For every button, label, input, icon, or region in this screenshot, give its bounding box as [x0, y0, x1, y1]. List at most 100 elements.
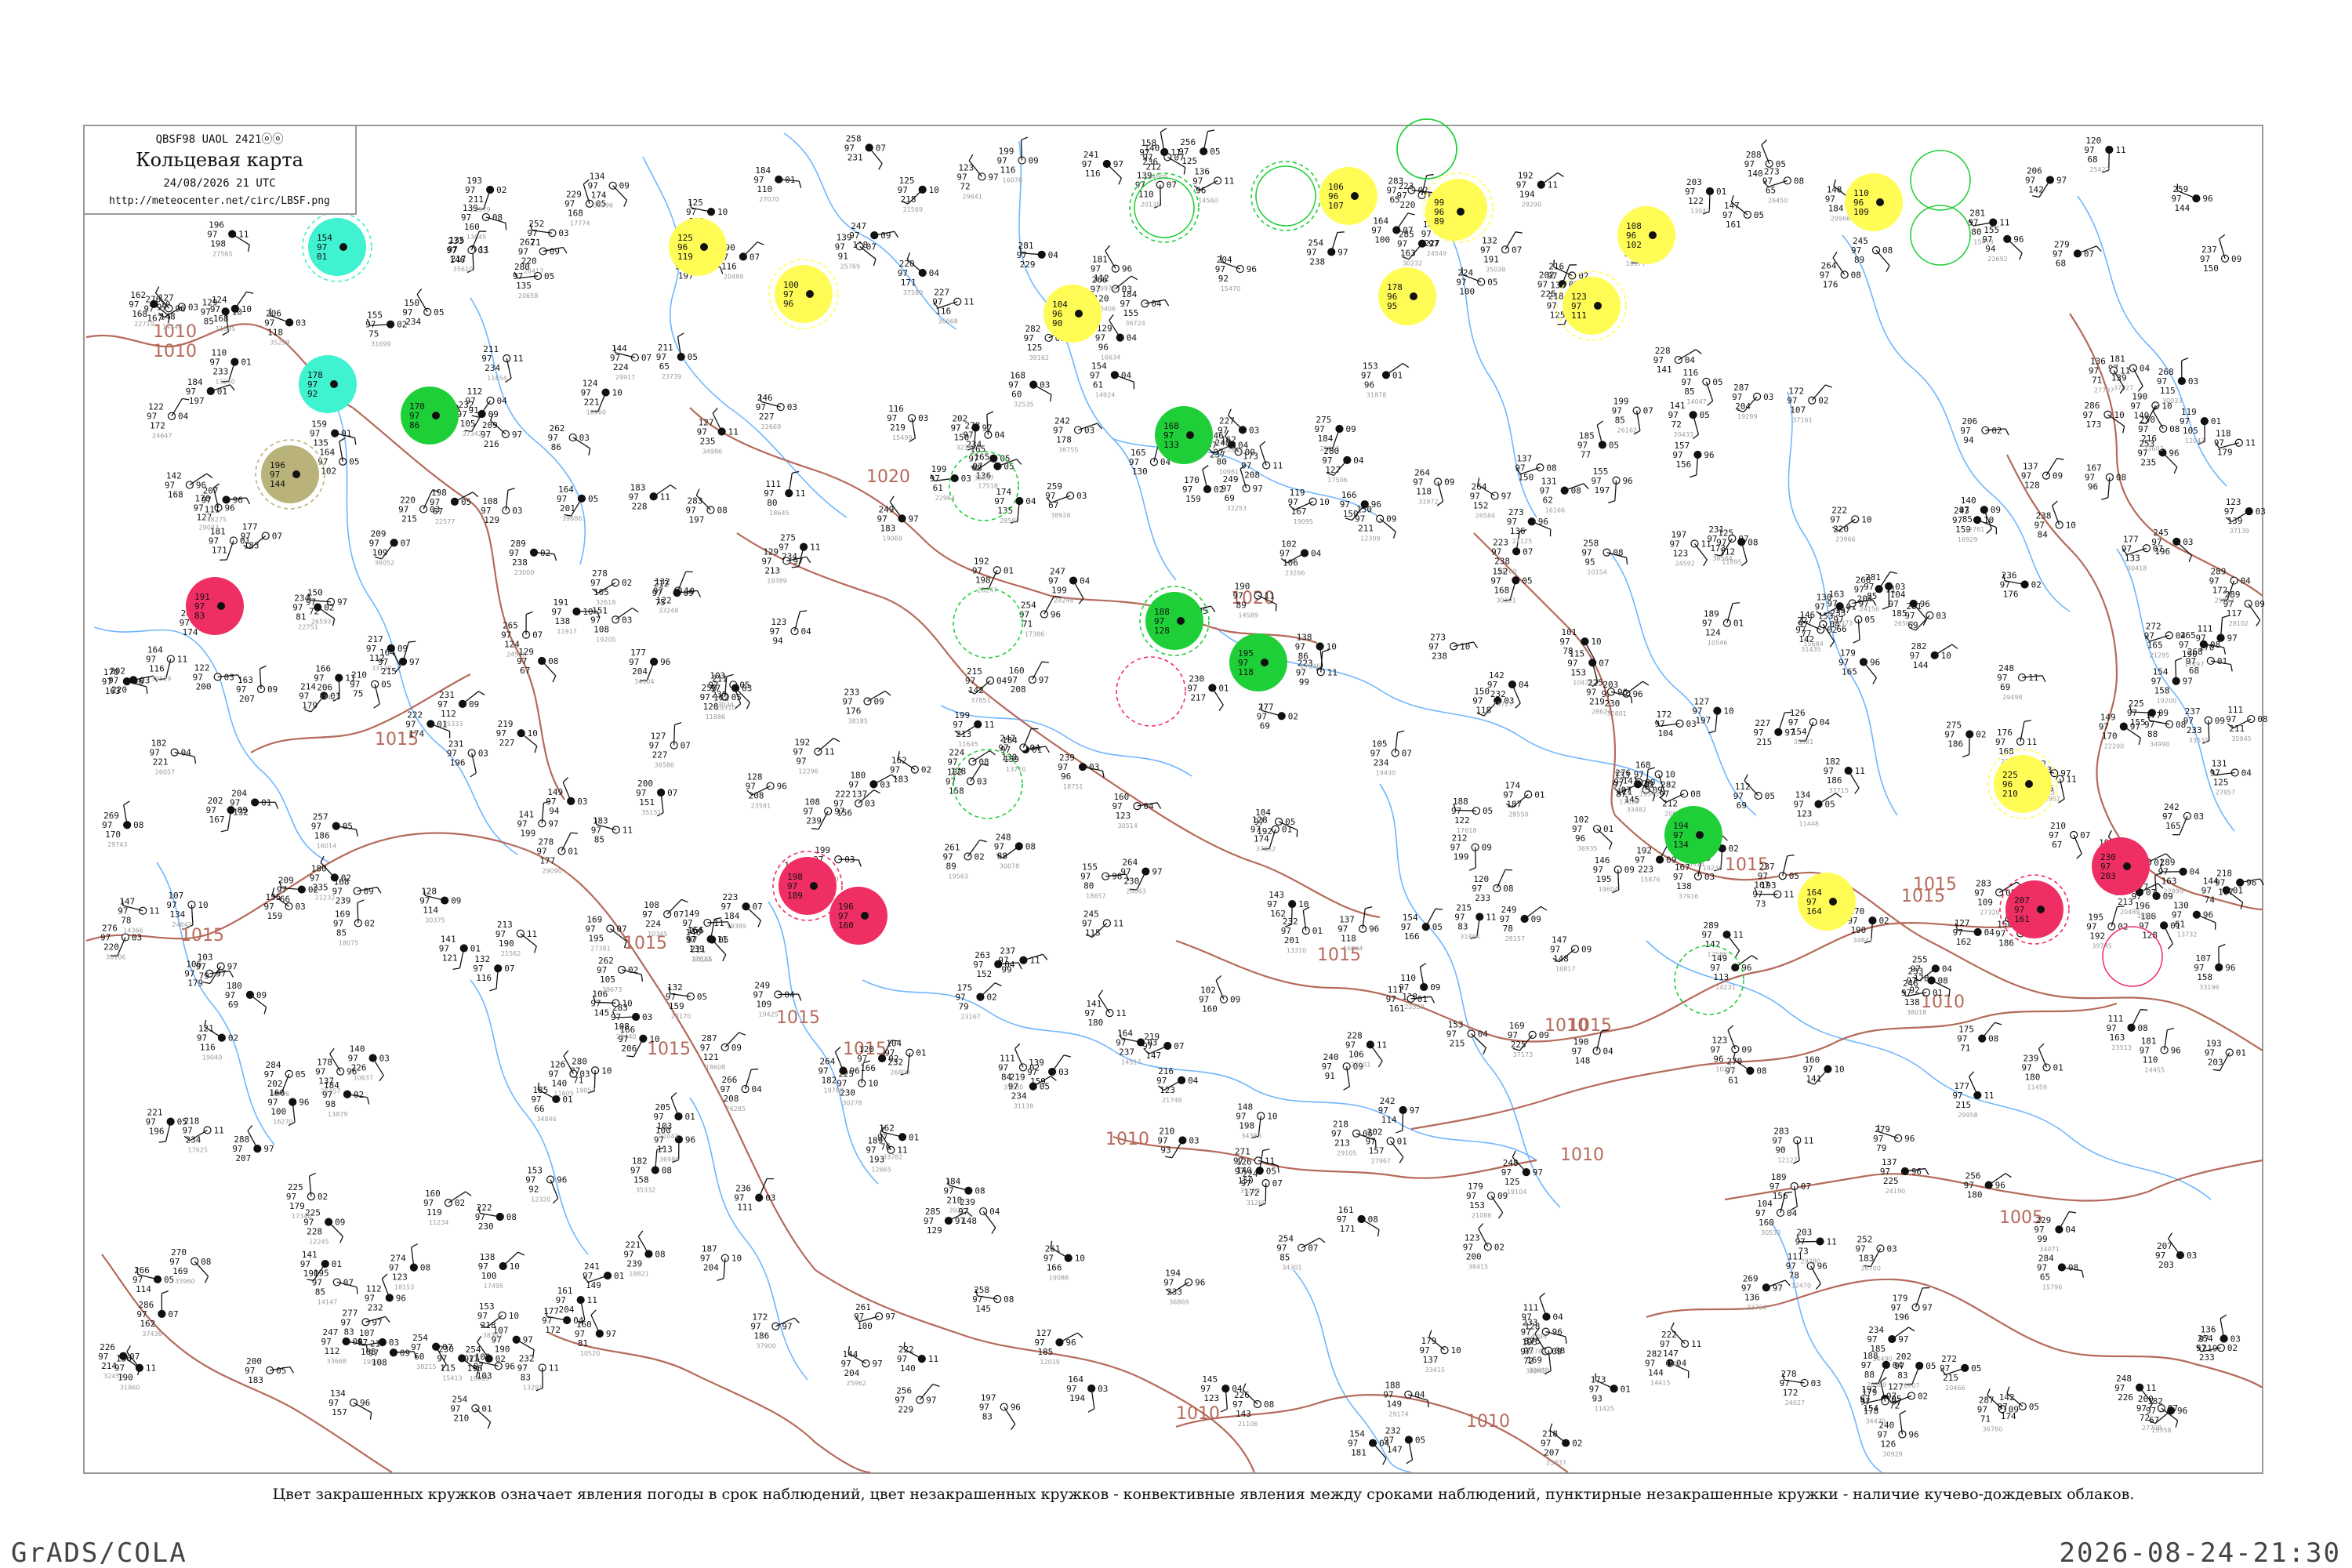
station-value: 97: [606, 1329, 616, 1339]
wind-barb-feather: [947, 1178, 949, 1185]
station-value: 105: [460, 419, 476, 429]
station-value: 96: [1196, 185, 1206, 195]
station-value: 208: [1011, 684, 1026, 695]
station-value: 150: [2203, 263, 2219, 274]
station-name: 27381: [590, 946, 610, 953]
station-value: 10: [198, 900, 208, 910]
station-value: 180: [2025, 1073, 2041, 1083]
station-value: 158: [633, 1174, 649, 1185]
station-name: 32535: [1014, 401, 1033, 408]
station-value: 230: [1123, 877, 1139, 887]
station-name: 19040: [202, 1054, 222, 1062]
station-value: 69: [2000, 682, 2010, 692]
station-value: 105: [593, 587, 609, 597]
station-name: 22577: [435, 518, 455, 525]
station-name: 12245: [309, 1239, 328, 1246]
station-value: 98: [325, 1099, 336, 1109]
station-value: 04: [1080, 576, 1091, 586]
station-value: 11: [468, 1353, 478, 1363]
station-name: 26450: [1768, 197, 1788, 204]
station-value: 07: [750, 252, 760, 262]
station-value: 02: [365, 918, 375, 928]
station-value: 79: [1876, 1143, 1886, 1153]
wind-barb: [1799, 1240, 1820, 1243]
station-value: 234: [405, 317, 421, 327]
station-value: 125: [1027, 343, 1043, 353]
station-value: 03: [1811, 1378, 1821, 1388]
station-value: 140: [1236, 1165, 1252, 1175]
station-name: 20658: [518, 292, 538, 299]
station-value: 10: [1834, 1065, 1844, 1075]
station-name: 24170: [671, 1013, 691, 1020]
station-name: 14147: [318, 1298, 337, 1305]
station-name: 11605: [554, 1091, 573, 1098]
station-value: 02: [1494, 1242, 1504, 1252]
station-value: 213: [956, 729, 971, 739]
footer-right: 2026-08-24-21:30: [2059, 1537, 2341, 1568]
station-value: 239: [626, 1258, 642, 1269]
station-value: 130: [1132, 466, 1148, 477]
wind-barb: [1474, 847, 1476, 868]
station-name: 19545: [1639, 790, 1659, 797]
station-value: 09: [619, 181, 630, 191]
station-name: 19289: [1737, 413, 1757, 420]
station-name: 21295: [2150, 652, 2169, 659]
station-value: 10: [2066, 520, 2076, 530]
station-value: 162: [1956, 937, 1972, 947]
station-name: 25837: [1546, 1460, 1566, 1467]
station-value: 186: [314, 831, 330, 841]
station-value: 07: [1599, 658, 1609, 668]
station-value: 96: [1247, 264, 1257, 274]
station-value: 172: [150, 421, 165, 431]
station-value: 118: [1238, 667, 1254, 677]
station-value: 03: [389, 1338, 399, 1348]
station-value: 09: [874, 697, 884, 707]
station-value: 193: [1761, 880, 1777, 891]
station-value: 204: [844, 1368, 859, 1378]
station-value: 109: [1977, 897, 1993, 907]
station-value: 186: [1998, 938, 2014, 948]
station-value: 05: [1483, 806, 1493, 816]
station-name: 29105: [1337, 1150, 1356, 1157]
station-value: 11: [795, 488, 805, 499]
station-value: 94: [1963, 435, 1974, 445]
station-value: 204: [632, 666, 648, 677]
station-value: 01: [332, 1259, 342, 1269]
station-name: 21562: [501, 950, 521, 957]
station-name: 15470: [1221, 285, 1240, 292]
station-value: 09: [1581, 944, 1592, 954]
station-value: 96: [2203, 910, 2213, 920]
station-value: 161: [2014, 914, 2030, 924]
station-value: 116: [1000, 165, 1016, 176]
station-name: 20489: [724, 273, 743, 280]
station-value: 07: [2146, 887, 2156, 898]
station-value: 190: [495, 1345, 510, 1355]
station-name: 37139: [2230, 528, 2249, 535]
station-name: 33531: [2189, 737, 2209, 744]
station-value: 01: [568, 847, 578, 857]
station-value: 111: [737, 1203, 753, 1213]
station-name: 28102: [2229, 620, 2249, 627]
station-value: 09: [1386, 514, 1396, 524]
station-value: 05: [461, 497, 471, 507]
station-value: 08: [2169, 424, 2180, 434]
station-value: 04: [752, 1084, 763, 1094]
station-value: 89: [1854, 255, 1864, 265]
station-value: 03: [579, 433, 590, 443]
station-name: 21746: [1162, 1097, 1181, 1104]
station-value: 97: [227, 961, 238, 971]
station-value: 144: [2174, 203, 2190, 213]
station-value: 112: [1094, 274, 1109, 284]
station-value: 01: [909, 1132, 919, 1142]
station-name: 17618: [1457, 827, 1476, 834]
station-marker: [217, 602, 225, 610]
station-name: 17497: [2184, 661, 2204, 668]
station-value: 96: [557, 1175, 567, 1185]
station-value: 168: [1494, 585, 1509, 595]
station-name: 19430: [1376, 769, 1396, 776]
station-value: 05: [1700, 410, 1710, 420]
station-value: 96: [2171, 1045, 2181, 1055]
station-value: 03: [1763, 392, 1773, 402]
station-value: 01: [916, 1048, 926, 1058]
station-value: 01: [317, 252, 327, 262]
